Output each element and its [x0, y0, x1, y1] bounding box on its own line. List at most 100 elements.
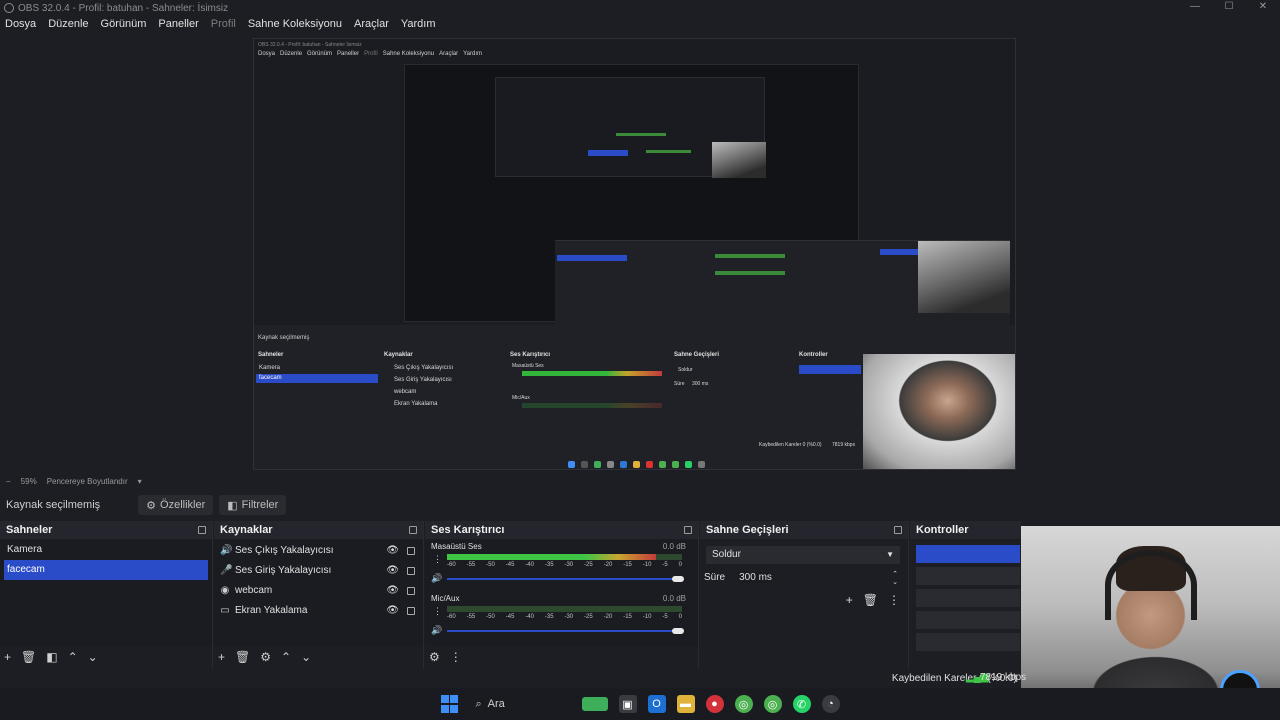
undock-icon[interactable] [894, 526, 902, 534]
collapse-icon[interactable]: − [6, 477, 11, 486]
transition-select[interactable]: Soldur ▼ [706, 546, 900, 564]
task-view-icon[interactable]: ▣ [618, 695, 637, 713]
source-item[interactable]: ◉ webcam 👁 [214, 580, 423, 600]
chrome-profile-icon[interactable]: ◎ [763, 695, 782, 713]
start-recording-button[interactable] [916, 567, 1020, 585]
monitor-icon: ▭ [220, 604, 230, 616]
close-button[interactable]: ✕ [1246, 0, 1280, 16]
start-streaming-button[interactable] [916, 545, 1020, 563]
filters-button[interactable]: ◧ Filtreler [219, 495, 287, 515]
level-meter [447, 606, 682, 612]
tick-label: -25 [584, 562, 593, 568]
undock-icon[interactable] [409, 526, 417, 534]
undock-icon[interactable] [684, 526, 692, 534]
nested-sources-head: Kaynaklar [384, 352, 413, 358]
trash-icon[interactable]: 🗑 [863, 593, 878, 607]
source-item[interactable]: ▭ Ekran Yakalama 👁 [214, 600, 423, 620]
nested-menu-item: Sahne Koleksiyonu [382, 51, 435, 57]
whatsapp-icon[interactable]: ✆ [792, 695, 811, 713]
sources-title: Kaynaklar [220, 524, 273, 536]
more-options-icon[interactable]: ⋮ [450, 650, 462, 664]
volume-icon[interactable]: 🔊 [431, 573, 442, 584]
chrome-icon[interactable]: ◎ [734, 695, 753, 713]
scenes-list: Kamera facecam [0, 540, 212, 646]
minimize-button[interactable]: — [1178, 0, 1212, 16]
audio-mixer-dock: Ses Karıştırıcı Masaüstü Ses 0.0 dB ⋮ -6… [425, 521, 699, 668]
visibility-eye-icon[interactable]: 👁 [386, 565, 399, 576]
volume-slider[interactable] [447, 630, 682, 632]
nested-meter [715, 254, 785, 258]
app-red-icon[interactable]: ● [705, 695, 724, 713]
menu-sahne-koleksiyonu[interactable]: Sahne Koleksiyonu [248, 18, 342, 30]
nested-obs-window: OBS 32.0.4 - Profil: batuhan - Sahneler … [254, 39, 1015, 335]
nested-trans-value: Soldur [678, 367, 693, 373]
tick-label: -5 [662, 614, 668, 620]
menu-dosya[interactable]: Dosya [5, 18, 36, 30]
more-options-icon[interactable]: ⋮ [433, 554, 442, 565]
volume-icon[interactable]: 🔊 [431, 625, 442, 636]
lock-icon[interactable] [407, 547, 415, 555]
move-down-icon[interactable]: ⌄ [301, 650, 311, 664]
virtual-camera-button[interactable] [916, 589, 1020, 607]
studio-mode-button[interactable] [916, 611, 1020, 629]
lock-icon[interactable] [407, 587, 415, 595]
trash-icon[interactable]: 🗑 [235, 650, 250, 664]
volume-slider[interactable] [447, 578, 682, 580]
duration-stepper[interactable]: ⌃ ⌄ [892, 571, 898, 587]
menu-araclar[interactable]: Araçlar [354, 18, 389, 30]
source-item[interactable]: 🎤 Ses Giriş Yakalayıcısı 👁 [214, 560, 423, 580]
lock-icon[interactable] [407, 567, 415, 575]
undock-icon[interactable] [198, 526, 206, 534]
visibility-eye-icon[interactable]: 👁 [386, 585, 399, 596]
nested-dropped: Kaybedilen Kareler 0 (%0.0) [759, 442, 822, 448]
source-item[interactable]: 🔊 Ses Çıkış Yakalayıcısı 👁 [214, 540, 423, 560]
transition-value: Soldur [712, 549, 741, 560]
maximize-button[interactable]: ☐ [1212, 0, 1246, 16]
move-up-icon[interactable]: ⌃ [281, 650, 291, 664]
menu-duzenle[interactable]: Düzenle [48, 18, 88, 30]
visibility-eye-icon[interactable]: 👁 [386, 545, 399, 556]
add-scene-button[interactable]: + [4, 650, 11, 664]
advanced-audio-icon[interactable]: ⚙ [429, 650, 440, 664]
properties-button[interactable]: ⚙ Özellikler [138, 495, 214, 515]
add-transition-button[interactable]: + [846, 593, 853, 607]
taskbar-search[interactable]: ⌕ Ara [470, 692, 608, 716]
scene-item-kamera[interactable]: Kamera [0, 540, 212, 560]
fit-to-window-label[interactable]: Pencereye Boyutlandır [47, 477, 128, 486]
menu-paneller[interactable]: Paneller [158, 18, 198, 30]
search-icon: ⌕ [475, 697, 482, 710]
preview-canvas[interactable]: OBS 32.0.4 - Profil: batuhan - Sahneler … [253, 38, 1016, 470]
file-explorer-icon[interactable]: ▬ [676, 695, 695, 713]
tick-label: -45 [505, 562, 515, 568]
visibility-eye-icon[interactable]: 👁 [386, 605, 399, 616]
trash-icon[interactable]: 🗑 [21, 650, 36, 664]
menu-gorunum[interactable]: Görünüm [101, 18, 147, 30]
scene-item-facecam[interactable]: facecam [4, 560, 208, 580]
duration-input[interactable]: 300 ms [739, 572, 772, 583]
mini-whatsapp-icon [684, 460, 692, 468]
scene-filters-button[interactable]: ◧ [46, 650, 57, 664]
zoom-level[interactable]: 59% [21, 477, 37, 486]
move-down-icon[interactable]: ⌄ [88, 650, 98, 664]
settings-button[interactable] [916, 633, 1020, 651]
tick-label: 0 [678, 614, 682, 620]
preview-webcam-image [863, 354, 1015, 469]
add-source-button[interactable]: + [218, 650, 225, 664]
more-options-icon[interactable]: ⋮ [888, 593, 900, 607]
gear-icon[interactable]: ⚙ [260, 650, 271, 664]
start-button[interactable] [441, 695, 459, 713]
lock-icon[interactable] [407, 607, 415, 615]
tick-label: -20 [603, 614, 613, 620]
volume-slider-handle[interactable] [672, 628, 684, 634]
nested-transitions-head: Sahne Geçişleri [674, 352, 720, 358]
source-label: Ekran Yakalama [235, 604, 308, 616]
menu-yardim[interactable]: Yardım [401, 18, 436, 30]
outlook-icon[interactable]: O [647, 695, 666, 713]
volume-slider-handle[interactable] [672, 576, 684, 582]
mini-search-icon [580, 460, 588, 468]
menu-profil[interactable]: Profil [211, 18, 236, 30]
obs-icon[interactable]: ◔ [821, 695, 840, 713]
chevron-down-icon[interactable]: ▾ [138, 477, 142, 486]
move-up-icon[interactable]: ⌃ [68, 650, 78, 664]
more-options-icon[interactable]: ⋮ [433, 606, 442, 617]
